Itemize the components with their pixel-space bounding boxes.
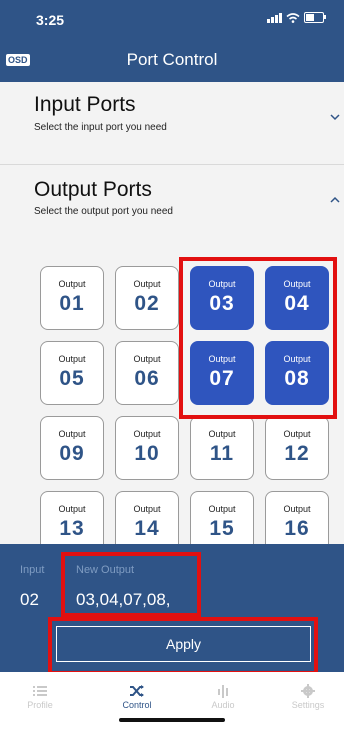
tab-audio-label: Audio xyxy=(211,700,235,710)
status-bar: 3:25 xyxy=(0,0,344,38)
nav-bar: OSD Port Control xyxy=(0,38,344,82)
chevron-down-icon[interactable] xyxy=(330,112,340,122)
output-tile-number: 02 xyxy=(134,292,160,315)
tab-profile-label: Profile xyxy=(27,700,53,710)
output-tile-07[interactable]: Output 07 xyxy=(190,341,254,405)
output-tile-number: 01 xyxy=(59,292,85,315)
input-label: Input xyxy=(20,564,45,576)
output-tile-number: 10 xyxy=(134,442,160,465)
output-tile-number: 05 xyxy=(59,367,85,390)
output-tile-label: Output xyxy=(58,279,86,289)
input-ports-title: Input Ports xyxy=(34,93,136,116)
output-tile-15[interactable]: Output 15 xyxy=(190,491,254,544)
output-grid: Output 01 Output 02 Output 03 Output 04 Output 05… xyxy=(0,249,344,544)
page-title: Port Control xyxy=(126,50,218,69)
wifi-icon xyxy=(286,12,300,23)
output-tile-label: Output xyxy=(208,504,236,514)
output-tile-label: Output xyxy=(208,279,236,289)
output-tile-number: 13 xyxy=(59,517,85,540)
output-tile-label: Output xyxy=(133,279,161,289)
output-tile-number: 14 xyxy=(134,517,160,540)
output-tile-01[interactable]: Output 01 xyxy=(40,266,104,330)
input-ports-subtitle: Select the input port you need xyxy=(34,122,167,133)
output-tile-06[interactable]: Output 06 xyxy=(115,341,179,405)
tab-control[interactable]: Control xyxy=(107,684,167,710)
tab-profile[interactable]: Profile xyxy=(10,684,70,710)
output-tile-number: 09 xyxy=(59,442,85,465)
audio-bars-icon xyxy=(218,685,228,698)
list-icon xyxy=(33,686,47,696)
output-tile-number: 11 xyxy=(209,442,235,465)
output-tile-13[interactable]: Output 13 xyxy=(40,491,104,544)
new-output-label: New Output xyxy=(76,564,135,576)
output-tile-number: 12 xyxy=(284,442,310,465)
status-time: 3:25 xyxy=(36,12,65,28)
output-tile-05[interactable]: Output 05 xyxy=(40,341,104,405)
output-tile-number: 06 xyxy=(134,367,160,390)
tab-settings-label: Settings xyxy=(291,700,325,710)
output-tile-14[interactable]: Output 14 xyxy=(115,491,179,544)
output-tile-label: Output xyxy=(133,429,161,439)
output-tile-number: 07 xyxy=(209,367,235,390)
output-tile-label: Output xyxy=(133,354,161,364)
home-indicator xyxy=(119,718,225,722)
output-tile-label: Output xyxy=(133,504,161,514)
new-output-value: 03,04,07,08, xyxy=(76,590,171,609)
output-tile-label: Output xyxy=(58,354,86,364)
output-tile-11[interactable]: Output 11 xyxy=(190,416,254,480)
chevron-up-icon[interactable] xyxy=(330,195,340,205)
output-tile-label: Output xyxy=(208,354,236,364)
output-tile-10[interactable]: Output 10 xyxy=(115,416,179,480)
selection-panel: Input 02 New Output 03,04,07,08, Apply xyxy=(0,544,344,672)
tab-bar: Profile Control Audio Settings xyxy=(0,672,344,737)
shuffle-icon xyxy=(130,685,144,697)
input-value: 02 xyxy=(20,590,39,609)
output-tile-16[interactable]: Output 16 xyxy=(265,491,329,544)
status-icons xyxy=(267,12,326,23)
output-tile-label: Output xyxy=(58,504,86,514)
output-tile-number: 08 xyxy=(284,367,310,390)
output-tile-12[interactable]: Output 12 xyxy=(265,416,329,480)
battery-icon xyxy=(304,12,326,23)
output-tile-09[interactable]: Output 09 xyxy=(40,416,104,480)
output-tile-number: 04 xyxy=(284,292,310,315)
output-tile-02[interactable]: Output 02 xyxy=(115,266,179,330)
gear-icon xyxy=(301,684,315,698)
output-tile-label: Output xyxy=(283,429,311,439)
output-tile-number: 03 xyxy=(209,292,235,315)
output-ports-section[interactable]: Output Ports Select the output port you … xyxy=(0,165,344,250)
output-ports-subtitle: Select the output port you need xyxy=(34,206,173,217)
output-tile-08[interactable]: Output 08 xyxy=(265,341,329,405)
input-ports-section[interactable]: Input Ports Select the input port you ne… xyxy=(0,82,344,165)
output-tile-label: Output xyxy=(208,429,236,439)
signal-icon xyxy=(267,12,282,23)
output-tile-04[interactable]: Output 04 xyxy=(265,266,329,330)
output-tile-number: 15 xyxy=(209,517,235,540)
output-tile-03[interactable]: Output 03 xyxy=(190,266,254,330)
tab-settings[interactable]: Settings xyxy=(278,684,338,710)
output-tile-label: Output xyxy=(283,279,311,289)
output-ports-title: Output Ports xyxy=(34,178,152,201)
output-tile-label: Output xyxy=(58,429,86,439)
output-tile-number: 16 xyxy=(284,517,310,540)
tab-audio[interactable]: Audio xyxy=(193,684,253,710)
output-tile-label: Output xyxy=(283,504,311,514)
apply-button[interactable]: Apply xyxy=(56,626,311,662)
output-tile-label: Output xyxy=(283,354,311,364)
tab-control-label: Control xyxy=(122,700,152,710)
